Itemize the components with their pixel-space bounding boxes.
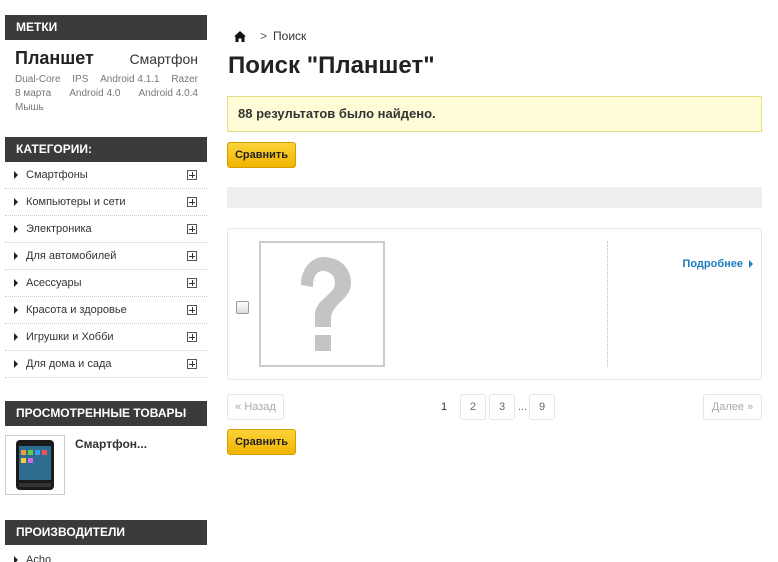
viewed-product: Смартфон... — [5, 426, 207, 520]
category-item[interactable]: Для автомобилей — [5, 243, 207, 270]
compare-button-bottom[interactable]: Сравнить — [227, 429, 296, 455]
manufacturer-item[interactable]: Acho — [5, 550, 207, 562]
caret-right-icon — [14, 198, 18, 206]
page-number-last[interactable]: 9 — [529, 394, 555, 420]
compare-checkbox[interactable] — [236, 301, 249, 314]
product-thumbnail[interactable] — [5, 435, 65, 495]
category-item[interactable]: Компьютеры и сети — [5, 189, 207, 216]
expand-plus-icon[interactable] — [187, 251, 197, 261]
compare-button[interactable]: Сравнить — [227, 142, 296, 168]
category-item[interactable]: Асессуары — [5, 270, 207, 297]
question-mark-icon — [301, 257, 351, 351]
tag-link[interactable]: Dual-Core — [15, 73, 61, 87]
tag-link[interactable]: Android 4.1.1 — [100, 73, 160, 87]
smartphone-icon — [16, 440, 54, 490]
prev-page-button[interactable]: « Назад — [227, 394, 284, 420]
tag-link[interactable]: Razer — [171, 73, 198, 87]
category-label: Компьютеры и сети — [26, 196, 126, 208]
tag-link[interactable]: Смартфон — [130, 51, 198, 67]
tag-link[interactable]: Android 4.0.4 — [139, 87, 199, 101]
card-divider — [607, 241, 608, 367]
next-page-button[interactable]: Далее » — [703, 394, 762, 420]
page-title: Поиск "Планшет" — [228, 52, 435, 79]
sidebar: МЕТКИ Планшет Смартфон Dual-Core IPS And… — [5, 15, 207, 562]
pagination: « Назад 1 2 3 ... 9 Далее » — [227, 394, 762, 420]
tag-link[interactable]: Мышь — [15, 101, 44, 115]
pagination-ellipsis: ... — [518, 401, 528, 413]
category-label: Для дома и сада — [26, 358, 112, 370]
category-item[interactable]: Красота и здоровье — [5, 297, 207, 324]
caret-right-icon — [14, 225, 18, 233]
caret-right-icon — [14, 306, 18, 314]
caret-right-icon — [14, 171, 18, 179]
caret-right-icon — [14, 333, 18, 341]
details-link[interactable]: Подробнее — [682, 258, 753, 270]
caret-right-icon — [14, 252, 18, 260]
category-label: Асессуары — [26, 277, 82, 289]
tag-link[interactable]: Планшет — [15, 48, 94, 69]
viewed-product-name[interactable]: Смартфон... — [75, 437, 147, 520]
category-item[interactable]: Для дома и сада — [5, 351, 207, 378]
caret-right-icon — [14, 556, 18, 562]
expand-plus-icon[interactable] — [187, 332, 197, 342]
page-number[interactable]: 3 — [489, 394, 515, 420]
toolbar-bar — [227, 187, 762, 208]
expand-plus-icon[interactable] — [187, 170, 197, 180]
category-item[interactable]: Смартфоны — [5, 162, 207, 189]
tag-link[interactable]: 8 марта — [15, 87, 51, 101]
product-image-placeholder[interactable] — [259, 241, 385, 367]
caret-right-icon — [749, 260, 753, 268]
page-number-current: 1 — [431, 394, 457, 420]
viewed-products-title: ПРОСМОТРЕННЫЕ ТОВАРЫ — [5, 401, 207, 426]
expand-plus-icon[interactable] — [187, 278, 197, 288]
details-label: Подробнее — [682, 258, 743, 270]
caret-right-icon — [14, 279, 18, 287]
caret-right-icon — [14, 360, 18, 368]
breadcrumb: > Поиск — [234, 29, 306, 43]
manufacturer-label: Acho — [26, 554, 52, 562]
expand-plus-icon[interactable] — [187, 359, 197, 369]
manufacturers-title: ПРОИЗВОДИТЕЛИ — [5, 520, 207, 545]
category-label: Смартфоны — [26, 169, 88, 181]
category-item[interactable]: Электроника — [5, 216, 207, 243]
expand-plus-icon[interactable] — [187, 197, 197, 207]
tags-title: МЕТКИ — [5, 15, 207, 40]
category-label: Игрушки и Хобби — [26, 331, 114, 343]
category-label: Для автомобилей — [26, 250, 117, 262]
results-notice: 88 результатов было найдено. — [227, 96, 762, 132]
breadcrumb-current[interactable]: Поиск — [273, 29, 306, 43]
tag-cloud: Планшет Смартфон Dual-Core IPS Android 4… — [5, 40, 207, 137]
category-list: Смартфоны Компьютеры и сети Электроника … — [5, 162, 207, 378]
category-item[interactable]: Игрушки и Хобби — [5, 324, 207, 351]
expand-plus-icon[interactable] — [187, 305, 197, 315]
product-card: Подробнее — [227, 228, 762, 380]
expand-plus-icon[interactable] — [187, 224, 197, 234]
category-label: Красота и здоровье — [26, 304, 127, 316]
breadcrumb-separator: > — [260, 29, 268, 43]
category-label: Электроника — [26, 223, 92, 235]
page-number[interactable]: 2 — [460, 394, 486, 420]
tag-link[interactable]: IPS — [72, 73, 88, 87]
categories-title: КАТЕГОРИИ: — [5, 137, 207, 162]
tag-link[interactable]: Android 4.0 — [69, 87, 120, 101]
home-icon[interactable] — [234, 30, 246, 42]
